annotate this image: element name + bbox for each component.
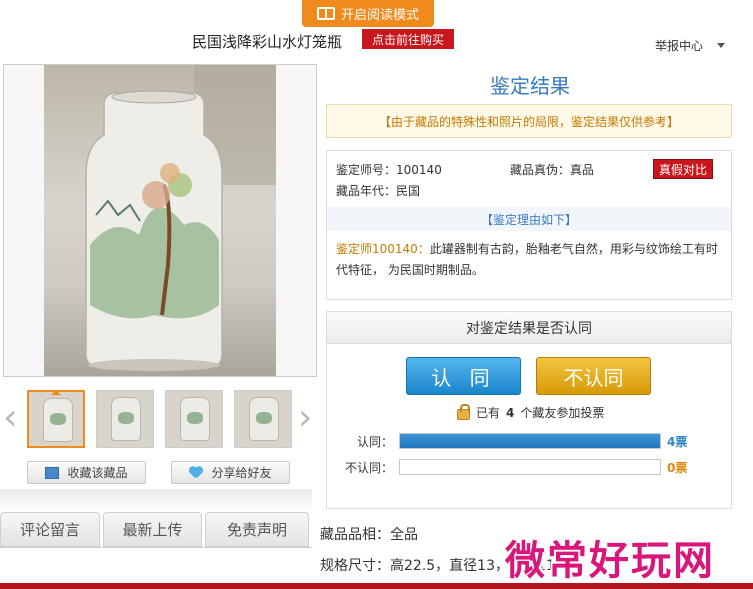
- agree-bar-row: 认同： 4票: [327, 433, 731, 449]
- agree-bar-label: 认同：: [356, 435, 393, 449]
- authenticity-label: 藏品真伪：: [510, 163, 571, 177]
- collect-icon: [45, 466, 60, 479]
- vote-count: 已有 4 个藏友参加投票: [457, 403, 605, 421]
- era-label: 藏品年代：: [336, 184, 397, 198]
- active-marker-icon: [51, 392, 61, 395]
- vote-count-value: 4: [506, 405, 515, 420]
- divider: [0, 489, 312, 511]
- footer-edge: [0, 583, 753, 589]
- agree-bar-fill: [400, 434, 660, 448]
- thumbnail[interactable]: [234, 390, 292, 448]
- collect-label: 收藏该藏品: [67, 466, 128, 480]
- vote-question: 对鉴定结果是否认同: [327, 312, 731, 344]
- report-center-label: 举报中心: [655, 39, 704, 53]
- vote-count-prefix: 已有: [476, 406, 501, 420]
- reading-mode-button[interactable]: 开启阅读模式: [302, 0, 434, 27]
- reason-header: 【鉴定理由如下】: [327, 207, 731, 231]
- heart-icon: [189, 467, 203, 479]
- reason-text: 鉴定师100140：此罐器制有古韵，胎釉老气自然，用彩与纹饰绘工有时代特征， 为…: [336, 239, 720, 281]
- result-notice: 【由于藏品的特殊性和照片的局限，鉴定结果仅供参考】: [326, 104, 732, 138]
- vote-panel: 对鉴定结果是否认同 认 同 不认同 已有 4 个藏友参加投票 认同： 4票 不认…: [326, 311, 732, 509]
- thumbnail[interactable]: [27, 390, 85, 448]
- thumbnail[interactable]: [165, 390, 223, 448]
- tab-latest-uploads[interactable]: 最新上传: [103, 512, 202, 547]
- chevron-right-icon[interactable]: ›: [298, 400, 312, 436]
- thumbnail-image: [249, 397, 279, 441]
- agree-bar-value: 4票: [667, 435, 688, 449]
- thumbnail-image: [43, 398, 73, 442]
- expert-id-value: 100140: [396, 163, 442, 177]
- disagree-bar-track: [399, 459, 661, 475]
- authenticity-row: 藏品真伪：真品: [510, 161, 594, 178]
- agree-bar-track: [399, 433, 661, 449]
- condition-text: 藏品品相：全品: [320, 527, 418, 543]
- divider: [0, 547, 312, 548]
- thumbnail-image: [180, 397, 210, 441]
- share-label: 分享给好友: [211, 466, 272, 480]
- disagree-button[interactable]: 不认同: [536, 357, 651, 395]
- tab-comments[interactable]: 评论留言: [0, 512, 100, 547]
- site-watermark: 微常好玩网: [505, 537, 715, 584]
- disagree-bar-value: 0票: [667, 461, 688, 475]
- expert-id-row: 鉴定师号：100140: [336, 161, 442, 178]
- compare-button[interactable]: 真假对比: [653, 159, 713, 179]
- share-button[interactable]: 分享给好友: [171, 461, 290, 484]
- authenticity-value: 真品: [570, 163, 595, 177]
- main-product-photo[interactable]: [3, 64, 317, 377]
- agree-button[interactable]: 认 同: [406, 357, 521, 395]
- collect-button[interactable]: 收藏该藏品: [27, 461, 146, 484]
- vote-count-suffix: 个藏友参加投票: [520, 406, 605, 420]
- result-title: 鉴定结果: [490, 74, 570, 98]
- chevron-left-icon[interactable]: ‹: [3, 400, 17, 436]
- reading-mode-label: 开启阅读模式: [340, 8, 419, 23]
- lock-icon: [457, 403, 470, 420]
- book-icon: [316, 7, 335, 20]
- reason-expert: 鉴定师100140：: [336, 242, 430, 256]
- era-value: 民国: [396, 184, 421, 198]
- page-title: 民国浅降彩山水灯笼瓶: [192, 33, 343, 51]
- thumbnail-strip: ‹ ›: [0, 390, 320, 450]
- expert-id-label: 鉴定师号：: [336, 163, 397, 177]
- era-row: 藏品年代：民国: [336, 182, 420, 199]
- thumbnail-image: [111, 397, 141, 441]
- appraisal-info-panel: 鉴定师号：100140 藏品真伪：真品 真假对比 藏品年代：民国 【鉴定理由如下…: [326, 150, 732, 300]
- report-center-link[interactable]: 举报中心: [655, 37, 726, 54]
- disagree-bar-label: 不认同：: [344, 461, 393, 475]
- thumbnail[interactable]: [96, 390, 154, 448]
- vase-illustration: [85, 65, 276, 371]
- buy-button[interactable]: 点击前往购买: [362, 29, 454, 49]
- chevron-down-icon: [717, 43, 726, 48]
- tab-disclaimer[interactable]: 免责声明: [205, 512, 309, 547]
- disagree-bar-row: 不认同： 0票: [327, 459, 731, 475]
